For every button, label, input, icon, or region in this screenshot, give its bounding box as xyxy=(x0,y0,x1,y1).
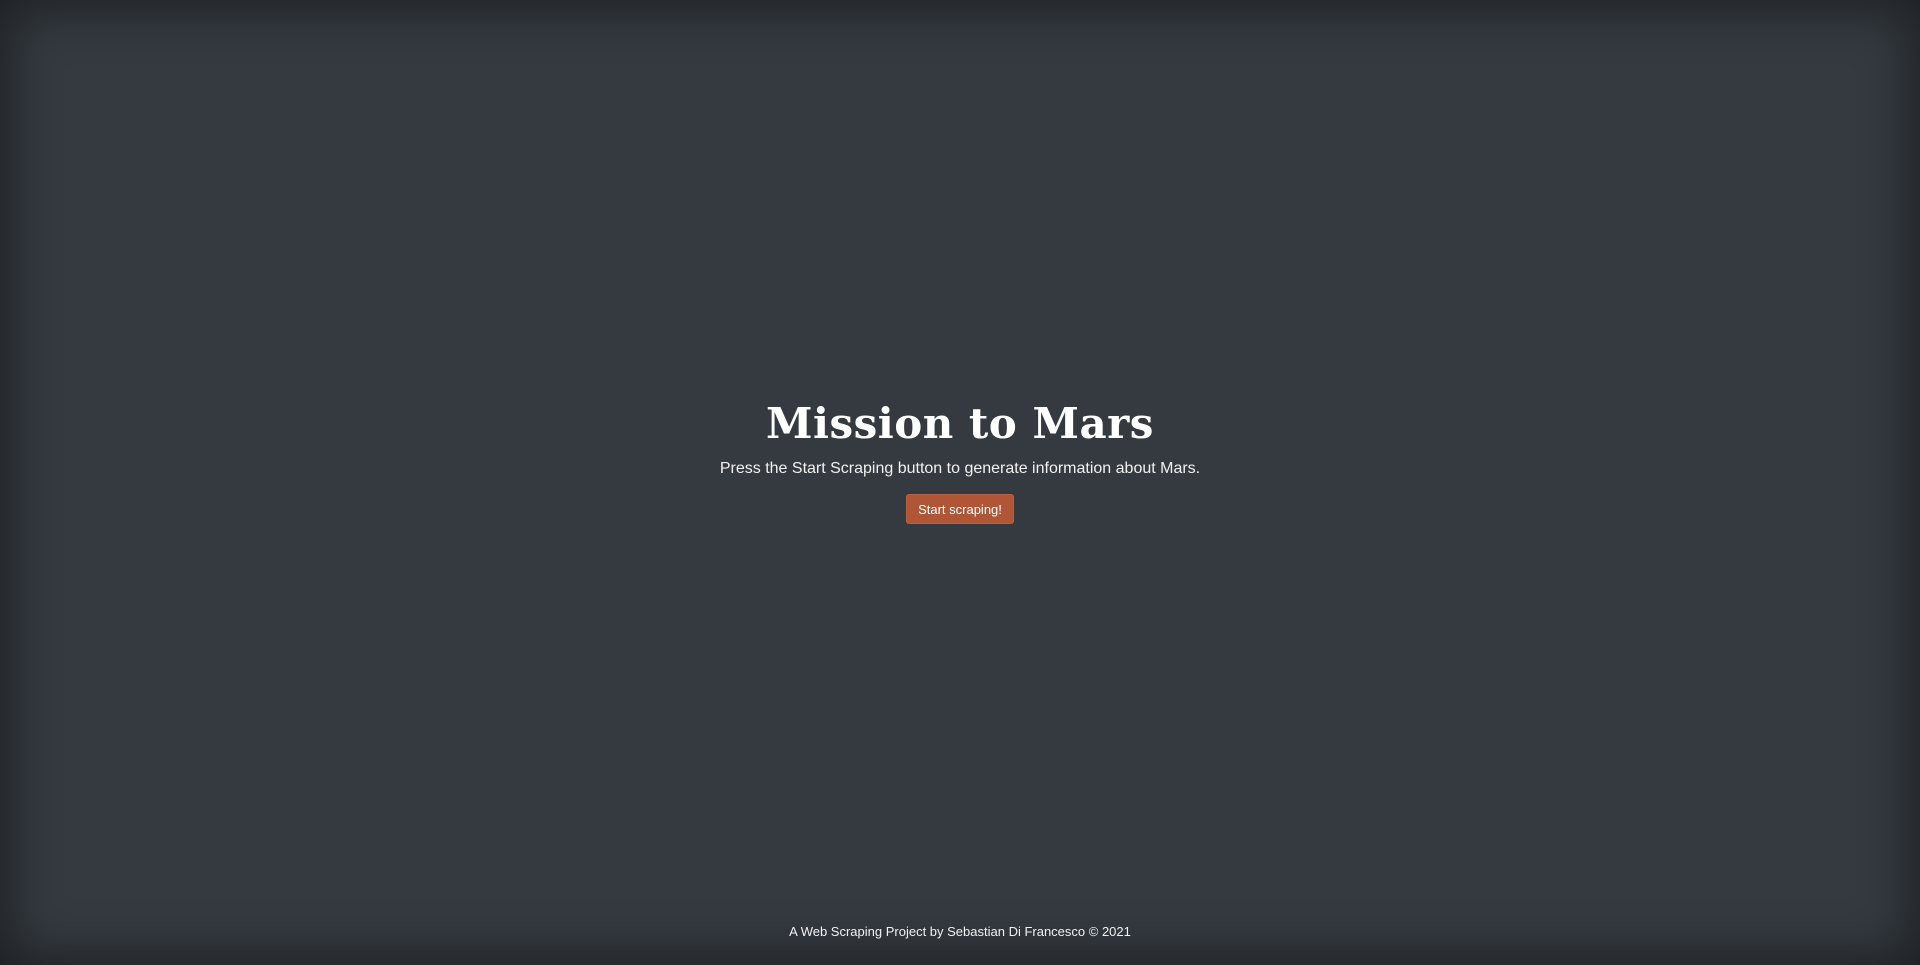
start-scraping-button[interactable]: Start scraping! xyxy=(906,494,1014,524)
footer-credit: A Web Scraping Project by Sebastian Di F… xyxy=(789,924,1131,939)
hero-section: Mission to Mars Press the Start Scraping… xyxy=(0,396,1920,524)
page-title: Mission to Mars xyxy=(766,399,1154,448)
page-subtitle: Press the Start Scraping button to gener… xyxy=(719,460,1201,477)
